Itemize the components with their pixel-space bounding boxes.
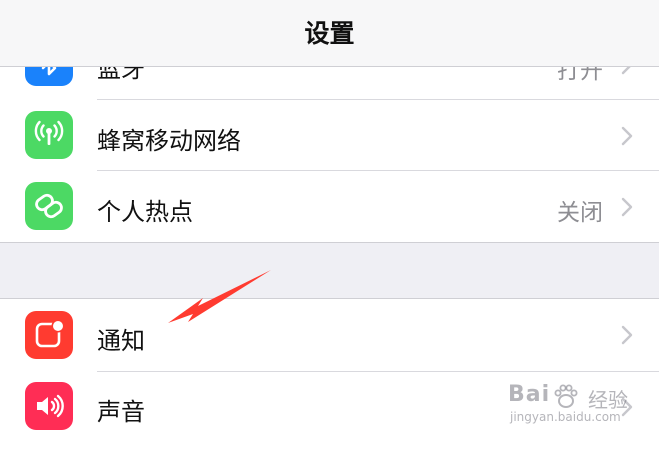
paw-icon — [554, 384, 578, 408]
navigation-bar: 设置 — [0, 0, 659, 67]
watermark-text: 经验 — [588, 388, 628, 412]
watermark-url: jingyan.baidu.com — [510, 410, 621, 424]
watermark: Bai 经验 jingyan.baidu.com — [508, 380, 653, 430]
page-title: 设置 — [304, 19, 355, 48]
watermark-brand: Bai — [508, 382, 551, 407]
